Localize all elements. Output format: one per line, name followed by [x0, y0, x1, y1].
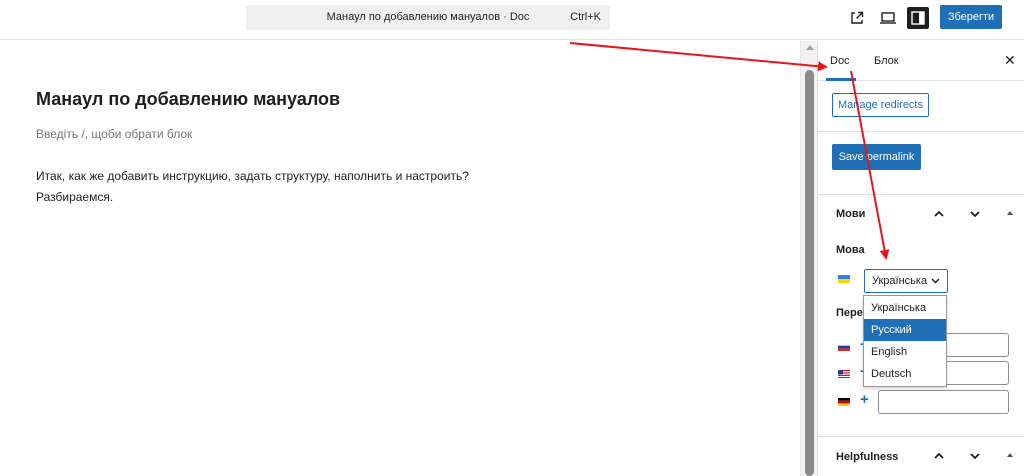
germany-flag-icon — [838, 398, 850, 406]
chevron-up-icon[interactable] — [932, 449, 946, 463]
usa-flag-icon — [838, 370, 850, 378]
language-label: Мова — [836, 244, 865, 256]
languages-panel-title[interactable]: Мови — [836, 208, 865, 220]
ukraine-flag-icon — [838, 275, 850, 283]
document-title-bar: Манаул по добавлению мануалов · Doc — [326, 11, 530, 23]
language-dropdown-list: Українська Русский English Deutsch — [863, 295, 947, 387]
chevron-down-icon[interactable] — [968, 207, 982, 221]
paragraph-line: Итак, как же добавить инструкцию, задать… — [36, 169, 469, 183]
dropdown-option[interactable]: Deutsch — [864, 363, 946, 385]
add-translation-icon[interactable]: + — [860, 391, 869, 408]
chevron-down-icon — [931, 278, 940, 284]
top-toolbar: Манаул по добавлению мануалов · Doc Ctrl… — [0, 0, 1024, 40]
editor-scrollbar[interactable] — [800, 41, 817, 476]
editor-canvas: Манаул по добавлению мануалов Введіть /,… — [0, 41, 800, 476]
translation-input-de[interactable] — [878, 390, 1009, 414]
shortcut-hint: Ctrl+K — [570, 11, 601, 23]
close-icon[interactable]: ✕ — [1004, 52, 1016, 69]
chevron-up-icon[interactable] — [932, 207, 946, 221]
dropdown-option[interactable]: English — [864, 341, 946, 363]
preview-device-icon[interactable] — [877, 7, 899, 29]
collapse-panel-icon[interactable] — [1007, 211, 1013, 215]
divider — [818, 194, 1024, 195]
dropdown-option[interactable]: Українська — [864, 297, 946, 319]
russia-flag-icon — [838, 343, 850, 351]
language-select[interactable]: Українська — [864, 269, 948, 293]
block-placeholder[interactable]: Введіть /, щоби обрати блок — [36, 127, 192, 141]
selected-language: Українська — [872, 275, 928, 287]
active-tab-indicator — [826, 78, 856, 81]
scrollbar-thumb[interactable] — [805, 70, 814, 476]
settings-sidebar-toggle-icon[interactable] — [907, 7, 929, 29]
paragraph-line: Разбираемся. — [36, 190, 114, 204]
chevron-down-icon[interactable] — [968, 449, 982, 463]
save-permalink-button[interactable]: Save permalink — [832, 144, 921, 170]
sidebar-tabs: Doc Блок ✕ — [818, 41, 1024, 81]
divider — [818, 131, 1024, 132]
tab-doc[interactable]: Doc — [830, 55, 850, 67]
dropdown-option-highlighted[interactable]: Русский — [864, 319, 946, 341]
collapse-panel-icon[interactable] — [1007, 453, 1013, 457]
external-link-icon[interactable] — [846, 7, 868, 29]
post-title[interactable]: Манаул по добавлению мануалов — [36, 89, 340, 110]
settings-sidebar: Doc Блок ✕ Manage redirects Save permali… — [817, 41, 1024, 476]
tab-block[interactable]: Блок — [874, 55, 899, 67]
divider — [818, 436, 1024, 437]
helpfulness-panel-title[interactable]: Helpfulness — [836, 451, 898, 463]
save-button[interactable]: Зберегти — [940, 5, 1002, 29]
manage-redirects-button[interactable]: Manage redirects — [832, 93, 929, 117]
scroll-up-arrow-icon[interactable] — [806, 45, 814, 50]
command-palette-bar[interactable]: Манаул по добавлению мануалов · Doc Ctrl… — [246, 5, 610, 30]
paragraph-block[interactable]: Итак, как же добавить инструкцию, задать… — [36, 166, 556, 208]
